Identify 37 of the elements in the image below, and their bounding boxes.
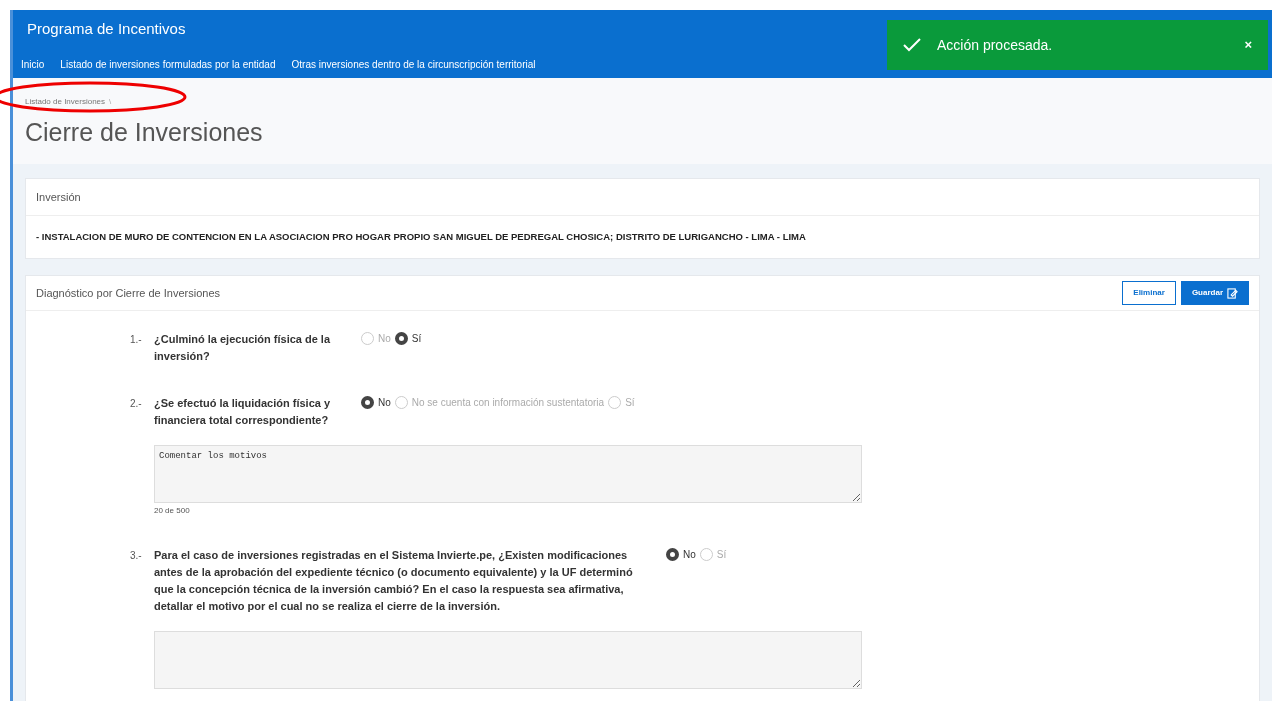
check-icon <box>903 38 921 52</box>
option-label: No <box>378 332 391 347</box>
radio-option[interactable]: Sí <box>394 331 422 347</box>
breadcrumb-link[interactable]: Listado de Inversiones <box>25 96 106 108</box>
question-text: Para el caso de inversiones registradas en el Sistema Invierte.pe, ¿Existen modificaciones antes de la aprobación del expediente técnico (o documento equivalente) y la UF determinó que la concepción técnica de la inversión cambió? En el caso la respuesta sea afirmativa, detallar el motivo por el cual no se realiza el cierre de la inversión. <box>154 548 634 615</box>
close-button[interactable]: × <box>1244 35 1252 55</box>
option-label: Sí <box>716 548 727 563</box>
comment-field[interactable] <box>154 631 862 690</box>
radio-button[interactable] <box>361 396 374 410</box>
nav-link[interactable]: Listado de inversiones formuladas por la entidad <box>60 56 276 72</box>
question-number: 3.- <box>130 549 143 564</box>
radio-option[interactable]: No <box>666 547 696 563</box>
edit-icon <box>1227 287 1238 299</box>
comment-field[interactable]: Comentar los motivos <box>154 445 862 504</box>
investment-name: - INSTALACION DE MURO DE CONTENCION EN LA ASOCIACION PRO HOGAR PROPIO SAN MIGUEL DE PEDREGAL CHOSICA; DISTRITO DE LURIGANCHO - LIMA - LIMA <box>35 230 807 244</box>
question-number: 1.- <box>130 333 143 348</box>
action-button[interactable]: Eliminar <box>1122 281 1176 306</box>
option-label: Sí <box>411 332 422 347</box>
radio-option[interactable]: No <box>361 395 391 411</box>
page-title: Cierre de Inversiones <box>25 117 264 148</box>
option-label: Sí <box>625 396 635 411</box>
question-number: 2.- <box>130 397 143 412</box>
radio-button[interactable] <box>666 548 679 562</box>
character-counter: 20 de 500 <box>154 505 191 518</box>
action-button[interactable]: Guardar <box>1180 281 1249 306</box>
question-text: ¿Culminó la ejecución física de la inversión? <box>154 332 332 365</box>
question-text: ¿Se efectuó la liquidación física y financiera total correspondiente? <box>154 396 332 429</box>
radio-button[interactable] <box>394 332 408 346</box>
nav-link[interactable]: Otras inversiones dentro de la circunscripción territorial <box>291 56 536 72</box>
breadcrumb-separator: \ <box>109 96 112 108</box>
app-title: Programa de Incentivos <box>27 19 187 39</box>
card-title: Inversión <box>26 178 1259 216</box>
toast-message: Acción procesada. <box>937 35 1054 55</box>
option-label: No <box>683 548 696 563</box>
card-title: Diagnóstico por Cierre de Inversiones <box>36 286 221 301</box>
nav-link[interactable]: Inicio <box>21 56 45 72</box>
option-label: No <box>378 396 391 411</box>
